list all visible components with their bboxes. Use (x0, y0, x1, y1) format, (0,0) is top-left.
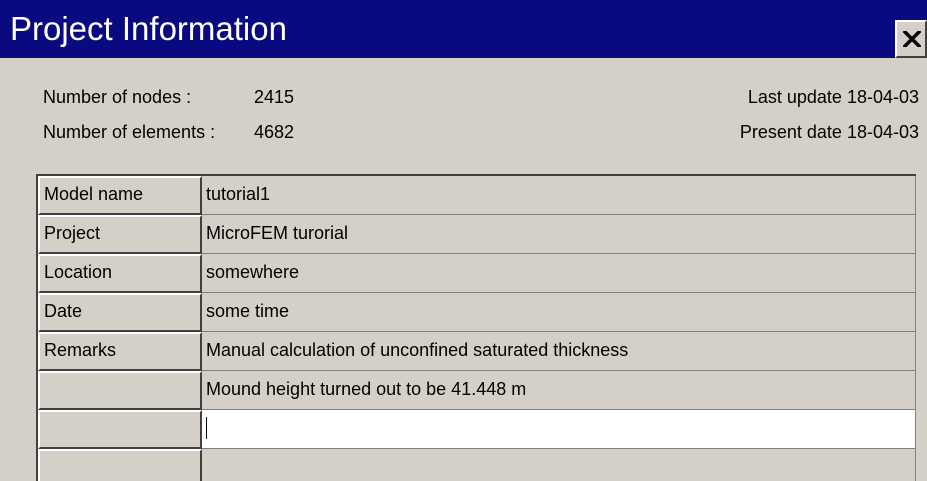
grid-row: Model name tutorial1 (38, 176, 916, 215)
dialog-title: Project Information (10, 10, 287, 47)
row-value-cell[interactable]: MicroFEM turorial (202, 215, 916, 254)
row-value-cell[interactable]: Manual calculation of unconfined saturat… (202, 332, 916, 371)
grid-row (38, 449, 916, 481)
row-header-cell: Date (38, 293, 202, 332)
last-update-text: Last update 18-04-03 (747, 87, 919, 107)
grid-row: Date some time (38, 293, 916, 332)
row-value-cell[interactable]: somewhere (202, 254, 916, 293)
project-information-dialog: Project Information Number of nodes : 24… (0, 0, 927, 481)
row-value-cell[interactable]: Mound height turned out to be 41.448 m (202, 371, 916, 410)
row-header-cell (38, 410, 202, 449)
active-edit-cell[interactable] (202, 410, 916, 449)
text-caret (206, 416, 207, 439)
row-header-cell: Project (38, 215, 202, 254)
nodes-label: Number of nodes : (43, 87, 192, 107)
row-header-cell: Location (38, 254, 202, 293)
row-value-cell[interactable]: tutorial1 (202, 176, 916, 215)
present-date-text: Present date 18-04-03 (739, 122, 919, 142)
grid-row: Project MicroFEM turorial (38, 215, 916, 254)
row-value-cell[interactable] (202, 449, 916, 481)
close-button[interactable] (895, 20, 927, 58)
elements-label: Number of elements : (43, 122, 216, 142)
close-icon (903, 31, 921, 47)
project-info-grid: Model name tutorial1 Project MicroFEM tu… (36, 174, 916, 481)
elements-value: 4682 (254, 122, 295, 142)
row-header-cell (38, 371, 202, 410)
row-header-cell: Remarks (38, 332, 202, 371)
row-header-cell: Model name (38, 176, 202, 215)
grid-row: Remarks Manual calculation of unconfined… (38, 332, 916, 371)
grid-row (38, 410, 916, 449)
grid-row: Location somewhere (38, 254, 916, 293)
row-header-cell (38, 449, 202, 481)
nodes-value: 2415 (254, 87, 295, 107)
title-bar[interactable]: Project Information (0, 0, 927, 58)
row-value-cell[interactable]: some time (202, 293, 916, 332)
grid-row: Mound height turned out to be 41.448 m (38, 371, 916, 410)
